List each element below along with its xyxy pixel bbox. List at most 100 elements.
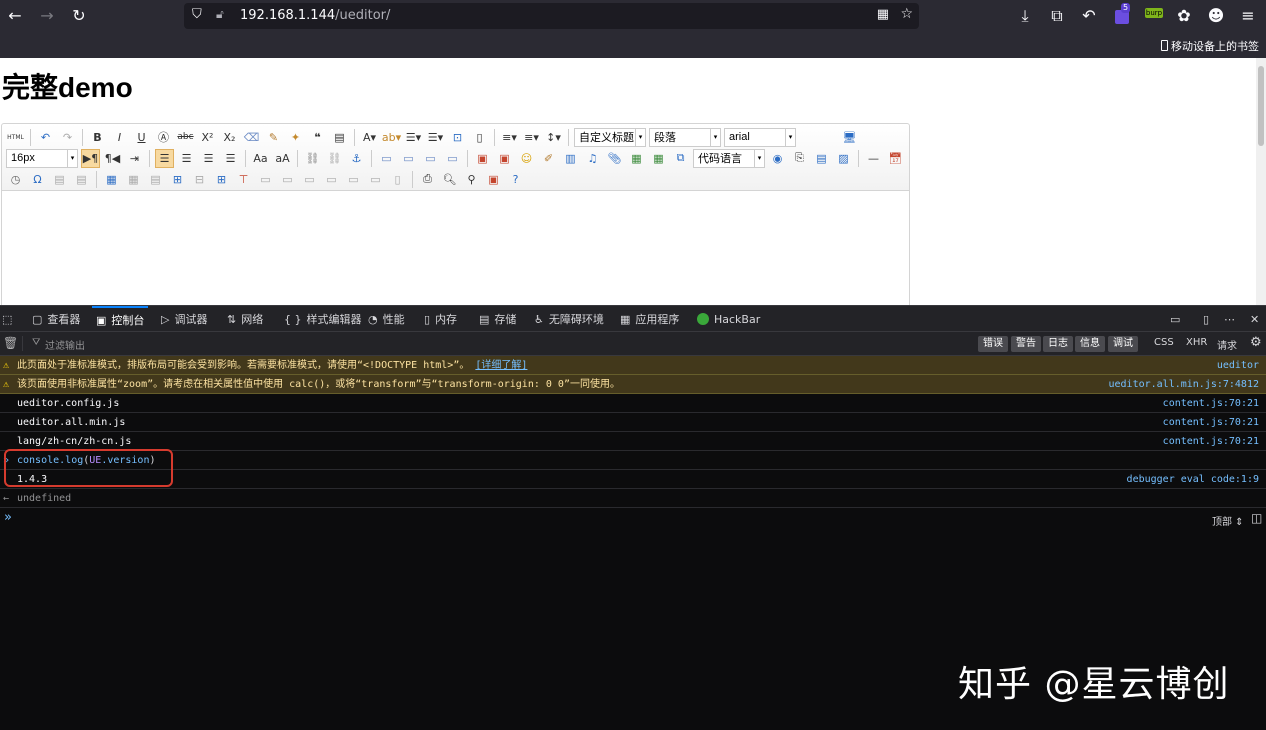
console-settings-icon[interactable]: ⚙ [1250, 335, 1262, 350]
drafts-icon[interactable]: ▣ [484, 170, 503, 189]
console-result[interactable]: ← undefined [0, 489, 1266, 508]
filter-logs[interactable]: 日志 [1043, 336, 1073, 352]
message-source[interactable]: content.js:70:21 [1163, 432, 1259, 451]
insert-table-icon[interactable]: ▦ [102, 170, 121, 189]
web-app-icon[interactable]: ◉ [768, 149, 787, 168]
crop-icon[interactable]: ⧉ [1047, 6, 1067, 26]
image-right-icon[interactable]: ▭ [421, 149, 440, 168]
filter-errors[interactable]: 错误 [978, 336, 1008, 352]
ltr-icon[interactable]: ▶¶ [81, 148, 100, 168]
bookmark-star-icon[interactable]: ☆ [900, 6, 913, 22]
burp-extension-icon[interactable]: burp [1144, 6, 1164, 26]
template-icon[interactable]: ▤ [812, 149, 831, 168]
message-source[interactable]: ueditor [1217, 356, 1259, 375]
justify-center-icon[interactable]: ☰ [177, 149, 196, 168]
tab-accessibility[interactable]: ♿︎ 无障碍环境 [534, 306, 604, 332]
filter-requests[interactable]: 请求 [1217, 337, 1237, 352]
console-message[interactable]: ⚠ 该页面使用非标准属性“zoom”。请考虑在相关属性值中使用 calc()，或… [0, 375, 1266, 394]
console-message[interactable]: ⚠ 此页面处于准标准模式，排版布局可能会受到影响。若需要标准模式，请使用“<!D… [0, 356, 1266, 375]
tab-console[interactable]: ▣ 控制台 [92, 306, 149, 332]
insert-paragraph-before-table-icon[interactable]: ▤ [146, 170, 165, 189]
more-options-icon[interactable]: ⋯ [1224, 306, 1235, 332]
tab-hackbar[interactable]: HackBar [697, 306, 760, 332]
mobile-bookmarks[interactable]: 移动设备上的书签 [1160, 38, 1259, 54]
filter-warnings[interactable]: 警告 [1011, 336, 1041, 352]
horizontal-rule-icon[interactable]: — [864, 149, 883, 168]
paw-extension-icon[interactable]: ✿ [1174, 6, 1194, 26]
shield-icon[interactable]: ⛉ [192, 7, 202, 22]
tab-storage[interactable]: ▤ 存储 [479, 306, 516, 332]
console-message[interactable]: 1.4.3 debugger eval code:1:9 [0, 470, 1266, 489]
search-replace-icon[interactable]: ⚲ [462, 170, 481, 189]
page-break-icon[interactable]: ⎘ [790, 149, 809, 168]
tab-style-editor[interactable]: { } 样式编辑器 [284, 306, 362, 332]
sidebar-toggle-icon[interactable]: ◫ [1251, 511, 1262, 525]
console-input[interactable]: » 顶部 ⇕ ◫ [0, 508, 1266, 528]
special-chars-icon[interactable]: Ω [28, 170, 47, 189]
extension-icon[interactable]: 5 [1112, 3, 1132, 26]
date-icon[interactable]: 📅︎ [886, 149, 905, 168]
help-icon[interactable]: ? [506, 170, 525, 189]
music-icon[interactable]: ♫ [583, 149, 602, 168]
rtl-icon[interactable]: ¶◀ [103, 149, 122, 168]
background-icon[interactable]: ▨ [834, 149, 853, 168]
justify-full-icon[interactable]: ☰ [221, 149, 240, 168]
delete-col-icon[interactable]: ⊤ [234, 170, 253, 189]
split-to-cells-icon[interactable]: ▭ [322, 170, 341, 189]
anchor-icon[interactable]: ⚓ [347, 149, 366, 168]
lowercase-icon[interactable]: aA [273, 149, 292, 168]
insert-video-icon[interactable]: ▥ [561, 149, 580, 168]
tab-application[interactable]: ▦ 应用程序 [620, 306, 679, 332]
simple-upload-icon[interactable]: ▣ [473, 149, 492, 168]
tab-memory[interactable]: ▯ 内存 [424, 306, 457, 332]
url-bar[interactable]: ⛉ 🔓︎ 192.168.1.144/ueditor/ ▦ ☆ [184, 3, 919, 29]
charts-icon[interactable]: ▯ [388, 170, 407, 189]
message-source[interactable]: ueditor.all.min.js:7:4812 [1108, 375, 1259, 394]
map-icon[interactable]: ▦ [627, 149, 646, 168]
image-center-icon[interactable]: ▭ [443, 149, 462, 168]
filter-debug[interactable]: 调试 [1108, 336, 1138, 352]
preview-icon[interactable]: 🔍︎ [440, 170, 459, 189]
close-devtools-icon[interactable]: ✕ [1250, 306, 1259, 332]
filter-css[interactable]: CSS [1154, 337, 1174, 348]
merge-right-icon[interactable]: ▭ [278, 170, 297, 189]
console-message[interactable]: lang/zh-cn/zh-cn.js content.js:70:21 [0, 432, 1266, 451]
menu-icon[interactable]: ≡ [1238, 6, 1258, 26]
emotion-icon[interactable]: ☺ [517, 149, 536, 168]
delete-table-icon[interactable]: ▦ [124, 170, 143, 189]
responsive-icon[interactable]: ▯ [1203, 306, 1209, 332]
tab-network[interactable]: ⇅ 网络 [227, 306, 263, 332]
filter-input[interactable]: 过滤输出 [45, 337, 85, 352]
font-size-select[interactable]: 16px ▾ [6, 148, 78, 168]
merge-cells-icon[interactable]: ▭ [256, 170, 275, 189]
forward-icon[interactable]: → [37, 6, 57, 26]
account-icon[interactable]: ☻ [1206, 6, 1226, 26]
filter-info[interactable]: 信息 [1075, 336, 1105, 352]
tab-inspector[interactable]: ▢ 查看器 [32, 306, 80, 332]
message-source[interactable]: content.js:70:21 [1163, 413, 1259, 432]
downloads-icon[interactable]: ⤓ [1015, 6, 1035, 26]
trash-icon[interactable]: 🗑︎ [3, 336, 18, 350]
attachment-icon[interactable]: 📎︎ [605, 149, 624, 168]
delete-row-icon[interactable]: ⊟ [190, 170, 209, 189]
justify-left-icon[interactable]: ☰ [155, 148, 174, 168]
qr-code-icon[interactable]: ▦ [877, 7, 889, 22]
unlink-icon[interactable]: ⛓ [325, 149, 344, 168]
split-to-cols-icon[interactable]: ▭ [366, 170, 385, 189]
time-icon[interactable]: ◷ [6, 170, 25, 189]
page-scrollbar[interactable] [1256, 58, 1266, 305]
filter-xhr[interactable]: XHR [1186, 337, 1207, 348]
context-selector[interactable]: 顶部 ⇕ [1212, 513, 1244, 528]
print-icon[interactable]: ⎙ [418, 170, 437, 189]
element-picker-icon[interactable]: ⬚ [2, 306, 12, 332]
learn-more-link[interactable]: [详细了解] [475, 360, 527, 371]
link-icon[interactable]: ⛓ [303, 149, 322, 168]
image-left-icon[interactable]: ▭ [399, 149, 418, 168]
message-source[interactable]: content.js:70:21 [1163, 394, 1259, 413]
insecure-lock-icon[interactable]: 🔓︎ [216, 7, 224, 22]
editor-body[interactable] [2, 192, 909, 305]
word-image-icon[interactable]: ▤ [72, 170, 91, 189]
justify-right-icon[interactable]: ☰ [199, 149, 218, 168]
url-text[interactable]: 192.168.1.144/ueditor/ [240, 8, 390, 23]
scrawl-icon[interactable]: ✐ [539, 149, 558, 168]
